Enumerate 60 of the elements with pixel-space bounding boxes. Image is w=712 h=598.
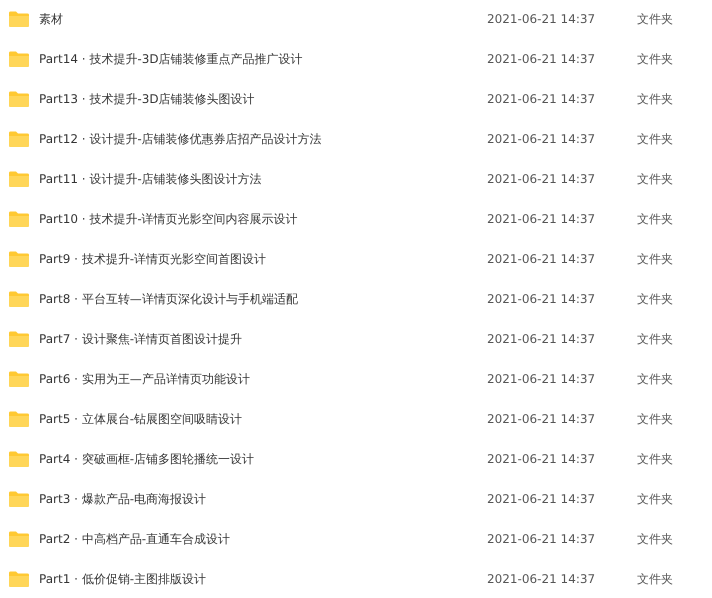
folder-name[interactable]: Part2 · 中高档产品-直通车合成设计 <box>39 530 487 548</box>
file-type: 文件夹 <box>637 291 673 308</box>
modified-date: 2021-06-21 14:37 <box>487 411 596 428</box>
folder-name[interactable]: Part12 · 设计提升-店铺装修优惠券店招产品设计方法 <box>39 130 487 148</box>
modified-date: 2021-06-21 14:37 <box>487 131 596 148</box>
folder-icon <box>9 331 29 347</box>
file-type: 文件夹 <box>637 331 673 348</box>
folder-icon <box>9 131 29 147</box>
folder-name[interactable]: Part5 · 立体展台-钻展图空间吸睛设计 <box>39 410 487 428</box>
folder-name[interactable]: Part6 · 实用为王—产品详情页功能设计 <box>39 370 487 388</box>
modified-date: 2021-06-21 14:37 <box>487 491 596 508</box>
modified-date: 2021-06-21 14:37 <box>487 211 596 228</box>
folder-icon <box>9 251 29 267</box>
file-type: 文件夹 <box>637 211 673 228</box>
folder-icon <box>9 571 29 587</box>
modified-date: 2021-06-21 14:37 <box>487 51 596 68</box>
modified-date: 2021-06-21 14:37 <box>487 11 596 28</box>
folder-icon <box>9 291 29 307</box>
file-type: 文件夹 <box>637 251 673 268</box>
folder-icon <box>9 531 29 547</box>
file-type: 文件夹 <box>637 371 673 388</box>
folder-icon <box>9 211 29 227</box>
folder-icon <box>9 91 29 107</box>
file-type: 文件夹 <box>637 11 673 28</box>
modified-date: 2021-06-21 14:37 <box>487 251 596 268</box>
folder-icon <box>9 11 29 27</box>
folder-name[interactable]: Part10 · 技术提升-详情页光影空间内容展示设计 <box>39 210 487 228</box>
modified-date: 2021-06-21 14:37 <box>487 91 596 108</box>
modified-date: 2021-06-21 14:37 <box>487 331 596 348</box>
modified-date: 2021-06-21 14:37 <box>487 531 596 548</box>
folder-icon <box>9 371 29 387</box>
folder-icon <box>9 491 29 507</box>
file-type: 文件夹 <box>637 491 673 508</box>
folder-name[interactable]: Part3 · 爆款产品-电商海报设计 <box>39 490 487 508</box>
folder-icon <box>9 51 29 67</box>
file-type: 文件夹 <box>637 91 673 108</box>
folder-name[interactable]: 素材 <box>39 10 487 28</box>
folder-icon <box>9 411 29 427</box>
modified-date: 2021-06-21 14:37 <box>487 291 596 308</box>
file-type: 文件夹 <box>637 571 673 588</box>
folder-name[interactable]: Part8 · 平台互转—详情页深化设计与手机端适配 <box>39 290 487 308</box>
folder-icon <box>9 451 29 467</box>
folder-name[interactable]: Part9 · 技术提升-详情页光影空间首图设计 <box>39 250 487 268</box>
modified-date: 2021-06-21 14:37 <box>487 571 596 588</box>
folder-icon <box>9 171 29 187</box>
file-type: 文件夹 <box>637 411 673 428</box>
file-type: 文件夹 <box>637 131 673 148</box>
folder-name[interactable]: Part4 · 突破画框-店铺多图轮播统一设计 <box>39 450 487 468</box>
file-type: 文件夹 <box>637 171 673 188</box>
folder-name[interactable]: Part13 · 技术提升-3D店铺装修头图设计 <box>39 90 487 108</box>
folder-name[interactable]: Part1 · 低价促销-主图排版设计 <box>39 570 487 588</box>
modified-date: 2021-06-21 14:37 <box>487 451 596 468</box>
folder-name[interactable]: Part14 · 技术提升-3D店铺装修重点产品推广设计 <box>39 50 487 68</box>
file-type: 文件夹 <box>637 451 673 468</box>
modified-date: 2021-06-21 14:37 <box>487 371 596 388</box>
modified-date: 2021-06-21 14:37 <box>487 171 596 188</box>
file-type: 文件夹 <box>637 531 673 548</box>
folder-name[interactable]: Part11 · 设计提升-店铺装修头图设计方法 <box>39 170 487 188</box>
file-type: 文件夹 <box>637 51 673 68</box>
folder-name[interactable]: Part7 · 设计聚焦-详情页首图设计提升 <box>39 330 487 348</box>
